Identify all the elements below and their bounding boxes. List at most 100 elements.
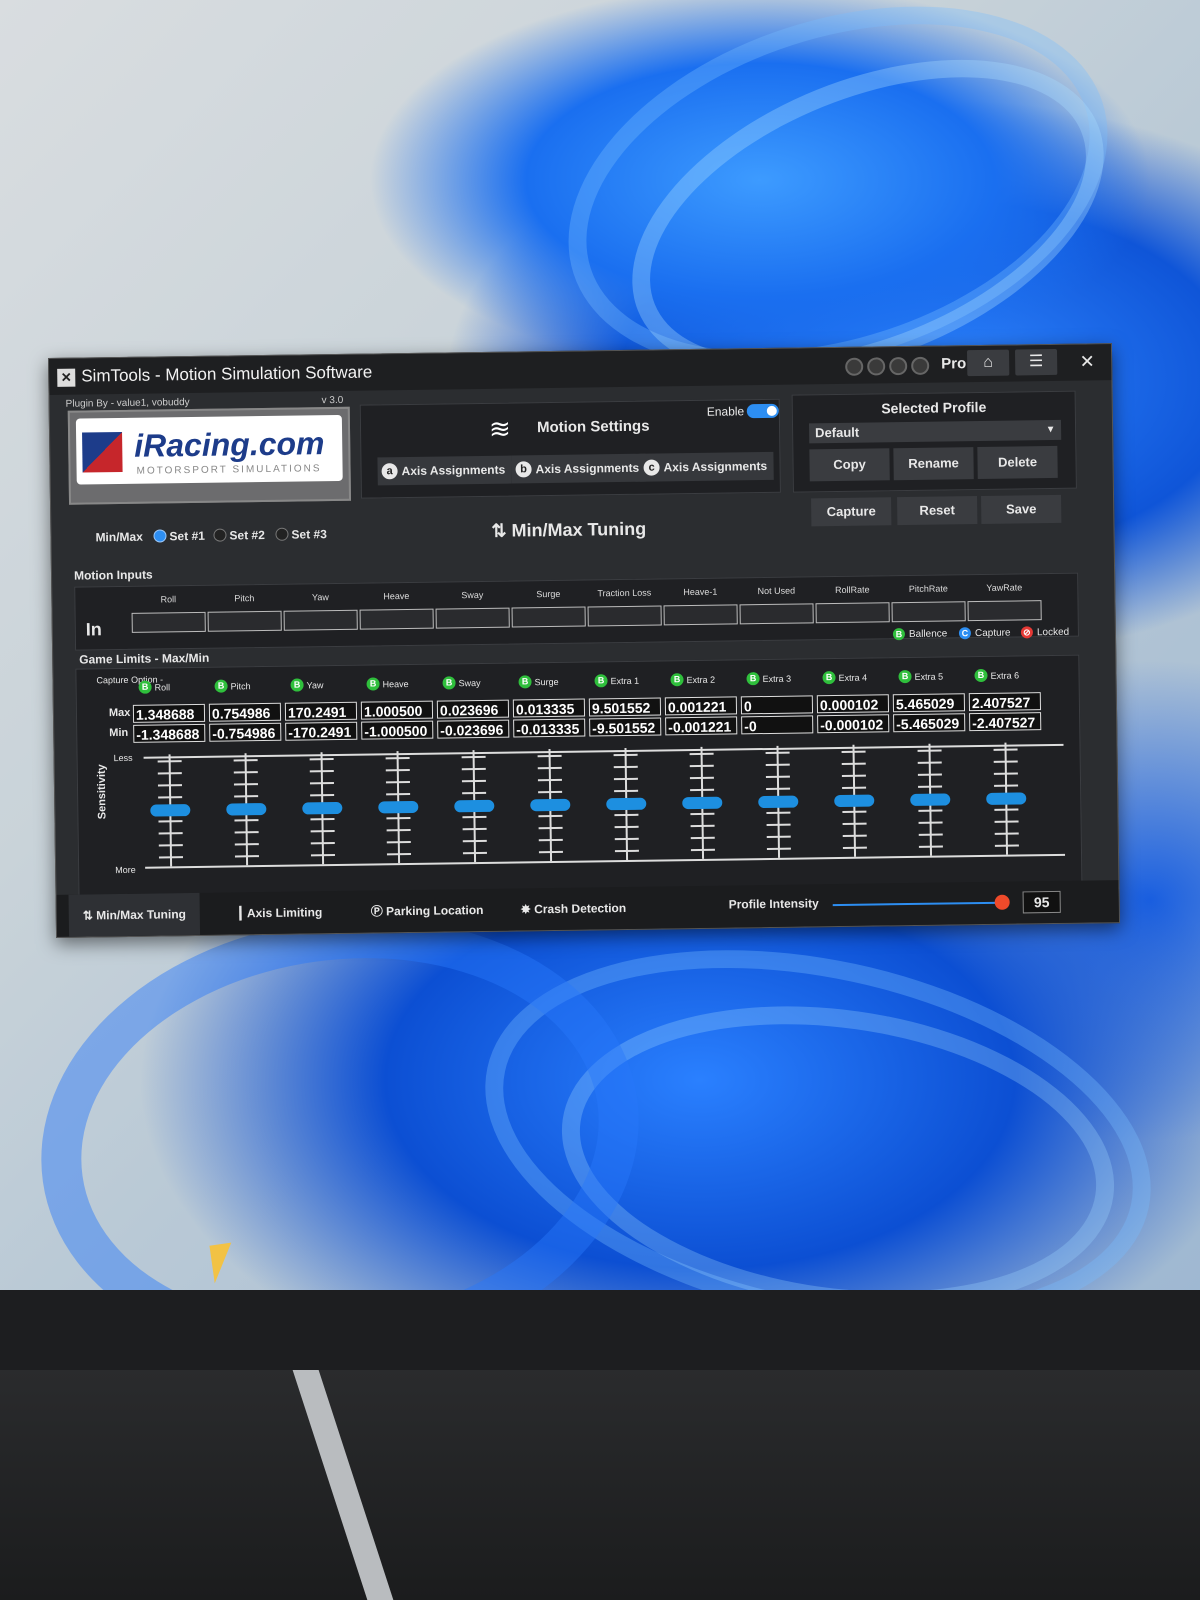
min-value-field[interactable]: -0.023696 (437, 719, 510, 739)
capture-option-extra-6[interactable]: B Extra 6 (974, 668, 1019, 683)
waves-icon: ≋ (488, 413, 512, 444)
capture-option-extra-1[interactable]: B Extra 1 (594, 674, 639, 688)
slider-tick (690, 824, 715, 828)
sensitivity-thumb[interactable] (226, 802, 267, 816)
axis-assignments-c-button[interactable]: c Axis Assignments (639, 451, 774, 482)
max-value-field[interactable]: 5.465029 (892, 693, 966, 713)
profile-intensity-slider[interactable] (832, 901, 1003, 907)
save-button[interactable]: Save (981, 494, 1062, 524)
set-2-radio[interactable]: Set #2 (213, 528, 265, 543)
max-value-field[interactable]: 0.001221 (664, 696, 738, 716)
max-value-field[interactable]: 2.407527 (968, 692, 1042, 712)
motion-input-meter (359, 608, 434, 630)
slider-tick (994, 820, 1019, 823)
sensitivity-thumb[interactable] (606, 797, 647, 811)
capture-option-extra-2[interactable]: B Extra 2 (670, 673, 715, 687)
enable-toggle[interactable] (746, 403, 779, 419)
reset-button[interactable]: Reset (897, 496, 978, 526)
min-value-field[interactable]: -0.013335 (513, 718, 586, 738)
sensitivity-slider[interactable] (833, 744, 875, 858)
slider-tick (158, 856, 183, 859)
tab-crash-detection[interactable]: ✸ Crash Detection (506, 887, 640, 931)
tab-label: Min/Max Tuning (96, 907, 187, 923)
more-label: More (115, 864, 136, 876)
max-value-field[interactable]: 0.013335 (512, 698, 586, 718)
close-button[interactable]: ✕ (1073, 348, 1101, 374)
profile-intensity-value[interactable]: 95 (1022, 890, 1061, 914)
motion-settings-title: Motion Settings (536, 417, 650, 437)
max-value-field[interactable]: 0.000102 (816, 694, 890, 714)
capture-option-sway[interactable]: B Sway (442, 676, 481, 690)
sensitivity-thumb[interactable] (682, 796, 723, 810)
max-value-field[interactable]: 0.023696 (436, 699, 510, 719)
sensitivity-slider[interactable] (606, 747, 648, 861)
tab-axis-limiting[interactable]: ┃ Axis Limiting (222, 891, 336, 935)
sensitivity-thumb[interactable] (150, 804, 191, 817)
column-name: Yaw (306, 680, 324, 691)
menu-button[interactable]: ☰ (1014, 348, 1058, 376)
axis-assignments-b-button[interactable]: b Axis Assignments (511, 453, 646, 484)
sensitivity-thumb[interactable] (834, 794, 875, 808)
max-value-field[interactable]: 0.754986 (208, 702, 282, 722)
min-value-field[interactable]: -1.000500 (361, 720, 434, 740)
capture-option-heave[interactable]: B Heave (366, 677, 409, 691)
sensitivity-slider[interactable] (530, 749, 572, 862)
capture-option-extra-3[interactable]: B Extra 3 (746, 672, 791, 686)
sensitivity-slider[interactable] (226, 753, 268, 866)
tab-parking-location[interactable]: Ⓟ Parking Location (356, 889, 497, 933)
sensitivity-slider[interactable] (681, 746, 723, 860)
set-1-radio[interactable]: Set #1 (153, 529, 205, 544)
balance-badge-icon: B (518, 675, 532, 689)
legend-balance: B Ballence (892, 628, 947, 641)
max-value-field[interactable]: 1.348688 (132, 703, 206, 723)
min-value-field[interactable]: -0 (741, 715, 814, 735)
min-value-field[interactable]: -2.407527 (969, 712, 1042, 732)
min-value-field[interactable]: -0.001221 (665, 716, 738, 736)
slider-tick (614, 813, 639, 817)
sensitivity-thumb[interactable] (758, 795, 799, 809)
home-button[interactable]: ⌂ (966, 349, 1010, 377)
capture-option-roll[interactable]: B Roll (138, 680, 170, 694)
profile-select[interactable]: Default ▾ (808, 419, 1062, 444)
profile-intensity-thumb[interactable] (994, 894, 1010, 910)
set-3-radio[interactable]: Set #3 (275, 527, 327, 542)
tab-min-max-tuning[interactable]: ⇅ Min/Max Tuning (68, 892, 201, 937)
delete-button[interactable]: Delete (977, 445, 1058, 480)
axis-assignments-a-button[interactable]: a Axis Assignments (377, 455, 512, 486)
min-value-field[interactable]: -170.2491 (285, 721, 358, 741)
min-value-field[interactable]: -0.000102 (817, 714, 890, 734)
sensitivity-thumb[interactable] (910, 793, 951, 807)
capture-option-surge[interactable]: B Surge (518, 675, 559, 689)
capture-option-extra-4[interactable]: B Extra 4 (822, 671, 867, 685)
capture-option-pitch[interactable]: B Pitch (214, 679, 251, 693)
sensitivity-slider[interactable] (757, 745, 799, 859)
slider-tick (766, 847, 791, 851)
slider-tick (690, 812, 715, 816)
min-value-field[interactable]: -5.465029 (893, 713, 966, 733)
min-value-field[interactable]: -9.501552 (589, 717, 662, 737)
sensitivity-slider[interactable] (150, 754, 192, 867)
max-value-field[interactable]: 1.000500 (360, 700, 434, 720)
min-value-field[interactable]: -0.754986 (209, 722, 282, 742)
sensitivity-thumb[interactable] (302, 801, 343, 815)
slider-tick (614, 837, 639, 841)
sensitivity-thumb[interactable] (530, 798, 571, 812)
copy-button[interactable]: Copy (809, 448, 890, 482)
crash-icon: ✸ (520, 902, 531, 917)
min-value-field[interactable]: -1.348688 (133, 723, 206, 743)
sensitivity-thumb[interactable] (986, 792, 1027, 805)
max-value-field[interactable]: 170.2491 (284, 701, 358, 721)
sensitivity-thumb[interactable] (454, 799, 495, 813)
capture-option-yaw[interactable]: B Yaw (290, 678, 324, 692)
sensitivity-slider[interactable] (378, 751, 420, 864)
sensitivity-thumb[interactable] (378, 800, 419, 814)
rename-button[interactable]: Rename (893, 447, 974, 481)
capture-button[interactable]: Capture (811, 497, 892, 527)
sensitivity-slider[interactable] (985, 742, 1027, 855)
sensitivity-slider[interactable] (909, 743, 951, 856)
sensitivity-slider[interactable] (454, 750, 496, 863)
max-value-field[interactable]: 9.501552 (588, 697, 662, 717)
sensitivity-slider[interactable] (302, 752, 344, 865)
capture-option-extra-5[interactable]: B Extra 5 (898, 669, 943, 684)
max-value-field[interactable]: 0 (740, 695, 814, 715)
